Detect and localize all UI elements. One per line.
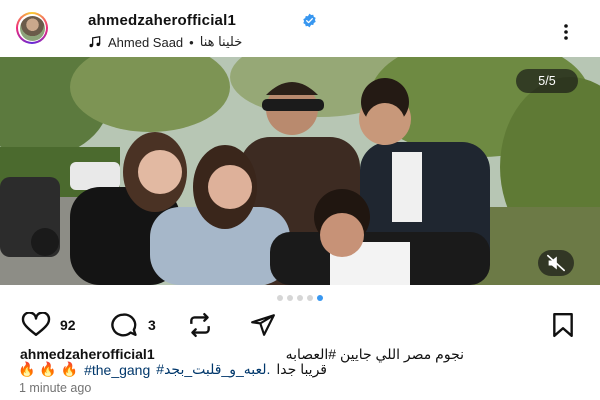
repost-icon[interactable] — [184, 312, 216, 338]
audio-artist: Ahmed Saad — [108, 34, 184, 50]
hashtag-arabic[interactable]: #لعبه_و_قلبت_بجد. — [156, 361, 270, 378]
carousel-dot — [277, 295, 283, 301]
like-count[interactable]: 92 — [60, 317, 76, 333]
post-photo[interactable] — [0, 57, 600, 285]
share-icon[interactable] — [246, 312, 280, 338]
caption-emojis: 🔥 🔥 🔥 — [18, 361, 79, 377]
mute-icon — [546, 254, 565, 272]
more-options-icon[interactable] — [559, 23, 573, 41]
music-note-icon — [89, 35, 101, 48]
carousel-dot — [297, 295, 303, 301]
verified-badge-icon — [303, 13, 316, 28]
audio-separator: • — [189, 34, 194, 50]
carousel-dot — [307, 295, 313, 301]
slide-counter: 5/5 — [516, 69, 578, 93]
caption-username[interactable]: ahmedzaherofficial1 — [20, 346, 155, 362]
post-username[interactable]: ahmedzaherofficial1 — [88, 12, 236, 29]
post-header: ahmedzaherofficial1 Ahmed Saad • خلينا ه… — [0, 0, 600, 56]
audio-song: خلينا هنا — [199, 34, 243, 49]
carousel-dot — [287, 295, 293, 301]
avatar[interactable] — [16, 12, 48, 44]
heart-icon[interactable] — [18, 312, 54, 338]
hashtag-the-gang[interactable]: #the_gang — [84, 362, 150, 378]
caption-end: قريبا جدا — [276, 361, 327, 377]
post-timestamp: 1 minute ago — [19, 381, 92, 395]
mute-button[interactable] — [538, 250, 574, 276]
audio-attribution[interactable]: Ahmed Saad • خلينا هنا — [88, 34, 242, 50]
post-actions: 92 3 — [0, 312, 600, 340]
carousel-indicator — [0, 295, 600, 301]
bookmark-icon[interactable] — [548, 312, 578, 338]
comment-icon[interactable] — [104, 312, 142, 338]
comment-count[interactable]: 3 — [148, 317, 156, 333]
caption-line-2: 🔥 🔥 🔥 #the_gang #لعبه_و_قلبت_بجد. قريبا … — [18, 361, 327, 378]
photo-illustration — [0, 57, 600, 285]
carousel-dot-active — [317, 295, 323, 301]
